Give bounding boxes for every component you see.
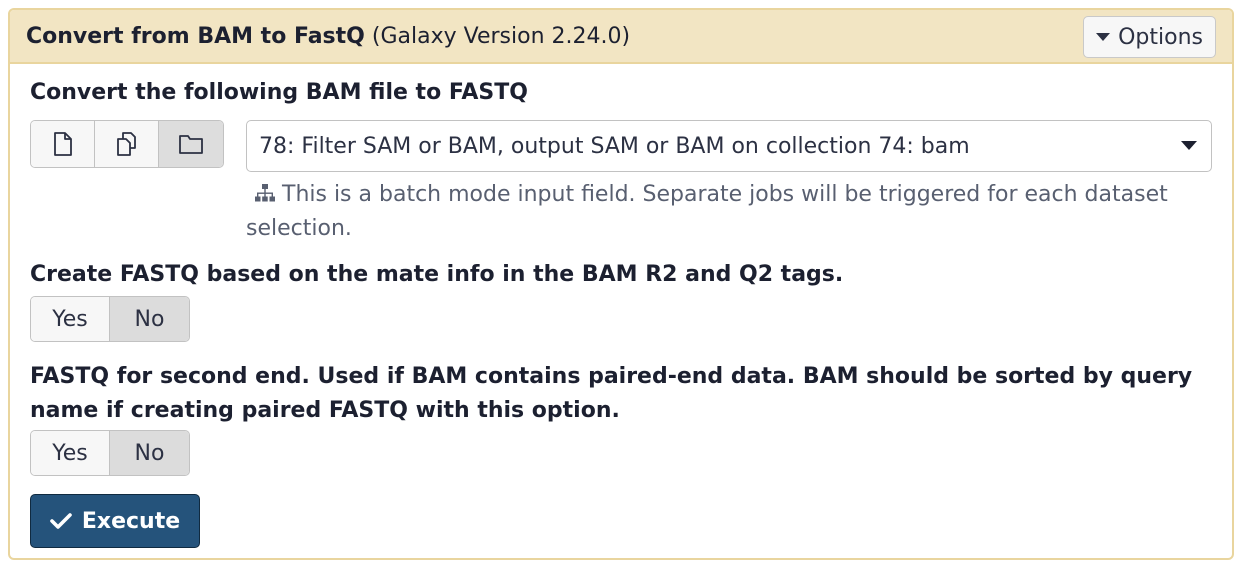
execute-label: Execute: [81, 508, 181, 534]
multiple-datasets-button[interactable]: [95, 121, 159, 167]
mate-info-no-option[interactable]: No: [110, 297, 189, 341]
input-row: 78: Filter SAM or BAM, output SAM or BAM…: [30, 120, 1214, 172]
tool-form-header: Convert from BAM to FastQ (Galaxy Versio…: [10, 10, 1232, 64]
second-end-no-option[interactable]: No: [110, 431, 189, 475]
caret-down-icon: [1181, 141, 1197, 150]
caret-down-icon: [1096, 33, 1111, 41]
execute-button[interactable]: Execute: [30, 494, 200, 548]
batch-mode-help: This is a batch mode input field. Separa…: [246, 178, 1206, 246]
second-end-yes-option[interactable]: Yes: [31, 431, 110, 475]
mate-info-label: Create FASTQ based on the mate info in t…: [30, 262, 844, 287]
tool-title: Convert from BAM to FastQ (Galaxy Versio…: [26, 24, 630, 49]
files-icon: [116, 132, 136, 156]
tool-name: Convert from BAM to FastQ: [26, 23, 365, 49]
tool-form-panel: Convert from BAM to FastQ (Galaxy Versio…: [8, 8, 1234, 560]
sitemap-icon: [255, 184, 275, 202]
single-dataset-button[interactable]: [31, 121, 95, 167]
second-end-label: FASTQ for second end. Used if BAM contai…: [30, 364, 1193, 423]
dataset-select[interactable]: 78: Filter SAM or BAM, output SAM or BAM…: [246, 120, 1212, 172]
input-label: Convert the following BAM file to FASTQ: [30, 80, 528, 105]
folder-icon: [179, 135, 203, 154]
options-label: Options: [1118, 24, 1203, 50]
check-icon: [50, 513, 72, 529]
dataset-select-value: 78: Filter SAM or BAM, output SAM or BAM…: [259, 133, 970, 159]
mate-info-toggle: Yes No: [30, 296, 190, 342]
second-end-toggle: Yes No: [30, 430, 190, 476]
options-button[interactable]: Options: [1083, 16, 1216, 58]
tool-version: (Galaxy Version 2.24.0): [371, 23, 631, 49]
mate-info-yes-option[interactable]: Yes: [31, 297, 110, 341]
input-mode-group: [30, 120, 224, 168]
dataset-collection-button[interactable]: [159, 121, 223, 167]
batch-mode-help-text: This is a batch mode input field. Separa…: [246, 182, 1168, 241]
file-icon: [53, 132, 72, 156]
